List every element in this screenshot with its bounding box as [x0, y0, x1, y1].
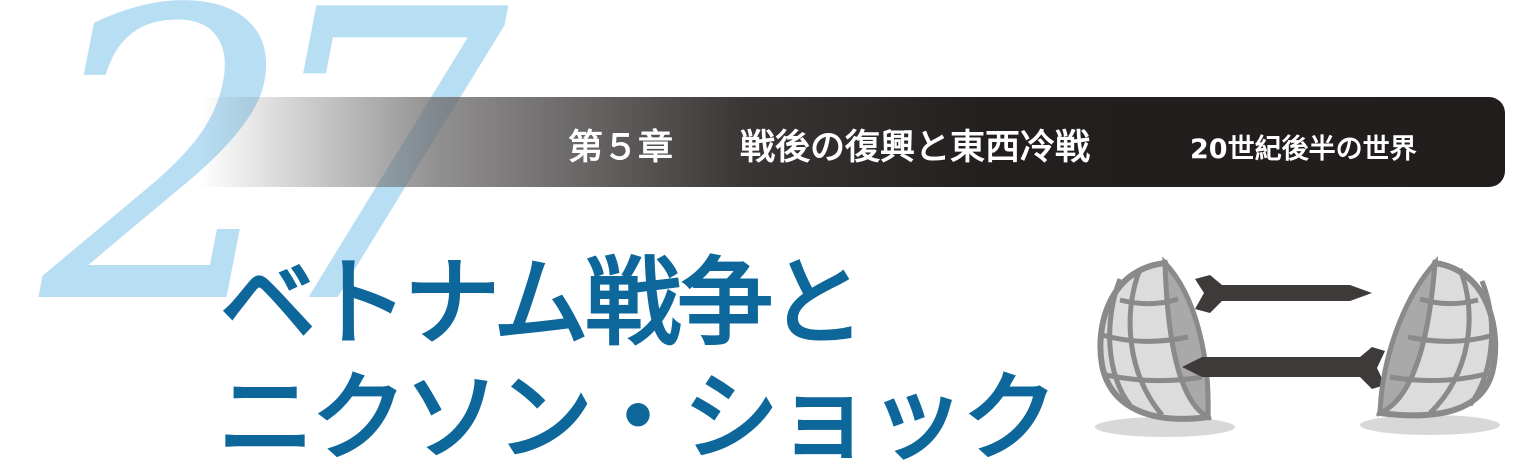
- section-title: 戦後の復興と東西冷戦: [740, 128, 1091, 168]
- globes-and-missiles-icon: [1090, 255, 1510, 449]
- page-title-line-2: ニクソン・ショック: [218, 362, 1058, 467]
- chapter-header: 27 第５章 戦後の復興と東西冷戦 20世紀後半の世界 ベトナム戦争と ニクソン…: [0, 0, 1536, 467]
- missile-left-icon: [1182, 347, 1385, 389]
- chapter-banner: 第５章 戦後の復興と東西冷戦 20世紀後半の世界: [200, 97, 1505, 187]
- left-globe-icon: [1097, 256, 1212, 422]
- right-globe-shadow: [1360, 415, 1500, 435]
- missile-right-icon: [1195, 275, 1372, 313]
- era-label: 20世紀後半の世界: [1190, 134, 1417, 165]
- right-globe-icon: [1375, 255, 1499, 419]
- chapter-label: 第５章: [568, 128, 674, 168]
